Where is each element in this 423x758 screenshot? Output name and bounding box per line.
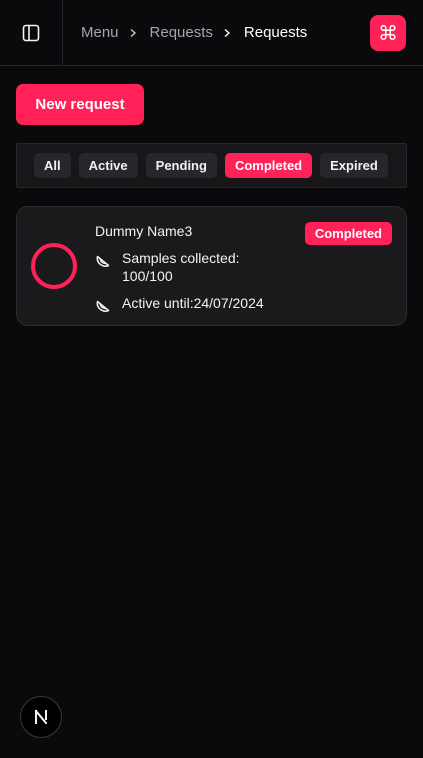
active-until-text: Active until:24/07/2024 [122,295,264,311]
request-name: Dummy Name3 [95,223,193,239]
samples-collected-row: Samples collected: 100/100 [95,249,262,285]
status-filter-bar: All Active Pending Completed Expired [16,143,407,188]
nextjs-logo-icon [34,709,48,725]
filter-pending[interactable]: Pending [145,153,217,178]
breadcrumb-requests[interactable]: Requests [150,24,213,41]
progress-ring [31,243,77,289]
samples-label: Samples collected: [122,250,240,266]
command-menu-button[interactable]: ⌘ [370,15,406,51]
nextjs-dev-indicator-button[interactable] [20,696,62,738]
status-badge: Completed [304,222,392,245]
watermelon-slice-icon [96,255,110,267]
watermelon-slice-icon [96,300,110,312]
chevron-right-icon [222,28,232,38]
breadcrumb-current-page: Requests [243,24,308,41]
new-request-button[interactable]: New request [16,84,144,125]
filter-expired[interactable]: Expired [320,153,388,178]
top-bar: Menu Requests Requests ⌘ [0,0,423,66]
sidebar-toggle-button[interactable] [0,0,63,66]
command-icon: ⌘ [378,22,398,45]
chevron-right-icon [128,28,138,38]
breadcrumb-menu[interactable]: Menu [81,24,119,41]
breadcrumb: Menu Requests Requests [63,24,307,41]
filter-active[interactable]: Active [78,153,138,178]
active-until-row: Active until:24/07/2024 [95,294,264,313]
sidebar-panel-icon [22,24,40,41]
filter-completed[interactable]: Completed [224,153,313,178]
samples-value: 100/100 [122,268,173,284]
filter-all[interactable]: All [34,153,71,178]
request-card[interactable]: Dummy Name3 Completed Samples collected:… [16,206,407,326]
